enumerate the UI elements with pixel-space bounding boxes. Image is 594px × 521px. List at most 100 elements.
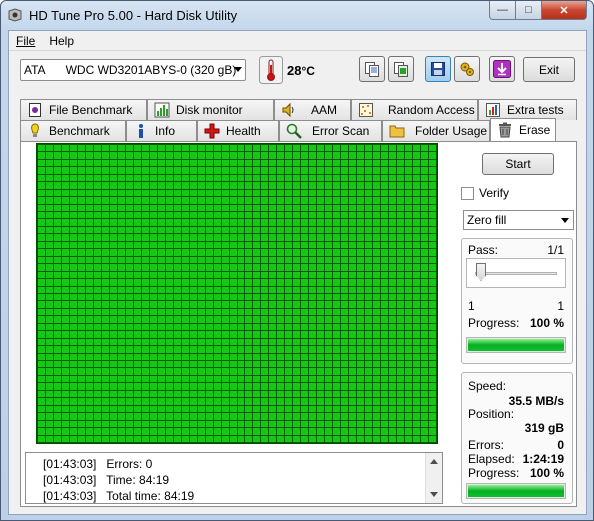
block-cell [213,353,221,361]
options-button[interactable] [454,56,480,82]
fill-mode-select[interactable]: Zero fill [463,210,574,230]
tab-erase[interactable]: Erase [490,118,556,141]
verify-option[interactable]: Verify [461,186,509,200]
tab-disk-monitor[interactable]: Disk monitor [147,99,274,120]
block-cell [133,167,141,174]
close-button[interactable]: ✕ [542,1,587,20]
block-cell [373,323,381,331]
menu-file[interactable]: File [9,31,42,50]
block-cell [253,174,261,182]
block-cell [197,271,205,279]
verify-checkbox[interactable] [461,186,474,200]
block-cell [421,308,429,316]
block-cell [237,145,245,152]
block-cell [149,361,157,368]
block-cell [149,189,157,197]
block-cell [285,368,293,375]
block-cell [357,212,365,219]
scroll-up-icon[interactable] [430,459,438,464]
block-cell [293,234,301,241]
block-cell [189,398,197,405]
block-cell [69,331,77,338]
block-cell [213,159,221,167]
save-button[interactable] [425,56,451,82]
block-cell [181,308,189,316]
minimize-button[interactable]: — [489,1,516,20]
block-cell [77,264,85,271]
exit-button[interactable]: Exit [523,57,575,82]
block-cell [245,435,253,442]
download-button[interactable] [489,56,515,82]
block-cell [381,353,389,361]
copy-screenshot-button[interactable] [388,56,414,82]
block-cell [85,197,93,204]
block-cell [325,353,333,361]
block-cell [157,167,165,174]
log-scrollbar[interactable] [425,453,442,503]
block-cell [397,368,405,375]
block-cell [157,212,165,219]
block-cell [365,301,373,308]
copy-info-button[interactable] [359,56,385,82]
tab-health[interactable]: Health [197,120,279,141]
tab-file-benchmark[interactable]: File Benchmark [20,99,147,120]
block-cell [117,212,125,219]
block-cell [45,428,53,435]
drive-select[interactable]: ATA WDC WD3201ABYS-0 (320 gB) [20,59,246,81]
block-cell [125,398,133,405]
block-cell [141,301,149,308]
block-cell [389,368,397,375]
block-cell [141,241,149,249]
block-cell [261,383,269,390]
block-cell [125,152,133,159]
tab-error-scan[interactable]: Error Scan [279,120,382,141]
block-cell [357,316,365,323]
block-cell [38,323,45,331]
block-cell [69,338,77,346]
block-cell [125,145,133,152]
slider-thumb[interactable] [476,263,486,281]
maximize-button[interactable]: □ [516,1,542,20]
block-cell [317,145,325,152]
block-cell [429,271,436,279]
block-cell [173,182,181,189]
block-cell [253,308,261,316]
block-cell [285,323,293,331]
block-cell [38,301,45,308]
scroll-down-icon[interactable] [430,492,438,497]
tab-info[interactable]: Info [126,120,197,141]
block-cell [413,145,421,152]
block-cell [125,286,133,293]
block-cell [221,375,229,383]
block-cell [381,383,389,390]
block-cell [333,338,341,346]
block-cell [165,204,173,212]
block-cell [421,226,429,234]
block-cell [253,293,261,301]
tab-extra-tests[interactable]: Extra tests [478,99,577,120]
block-cell [197,316,205,323]
block-cell [309,219,317,226]
title-bar[interactable]: HD Tune Pro 5.00 - Hard Disk Utility — □… [1,1,593,29]
tab-aam[interactable]: AAM [274,99,351,120]
block-cell [53,204,61,212]
tab-random-access[interactable]: Random Access [351,99,478,120]
block-cell [69,353,77,361]
block-cell [373,428,381,435]
block-cell [53,383,61,390]
block-cell [381,167,389,174]
block-cell [205,361,213,368]
block-cell [317,159,325,167]
block-cell [269,189,277,197]
block-cell [93,435,101,442]
block-cell [157,159,165,167]
block-cell [421,152,429,159]
block-cell [341,308,349,316]
block-cell [237,219,245,226]
tab-folder-usage[interactable]: Folder Usage [382,120,490,141]
pass-slider[interactable] [466,258,566,288]
start-button[interactable]: Start [482,153,554,175]
tab-benchmark[interactable]: Benchmark [20,120,126,141]
block-cell [133,234,141,241]
menu-help[interactable]: Help [42,31,81,50]
